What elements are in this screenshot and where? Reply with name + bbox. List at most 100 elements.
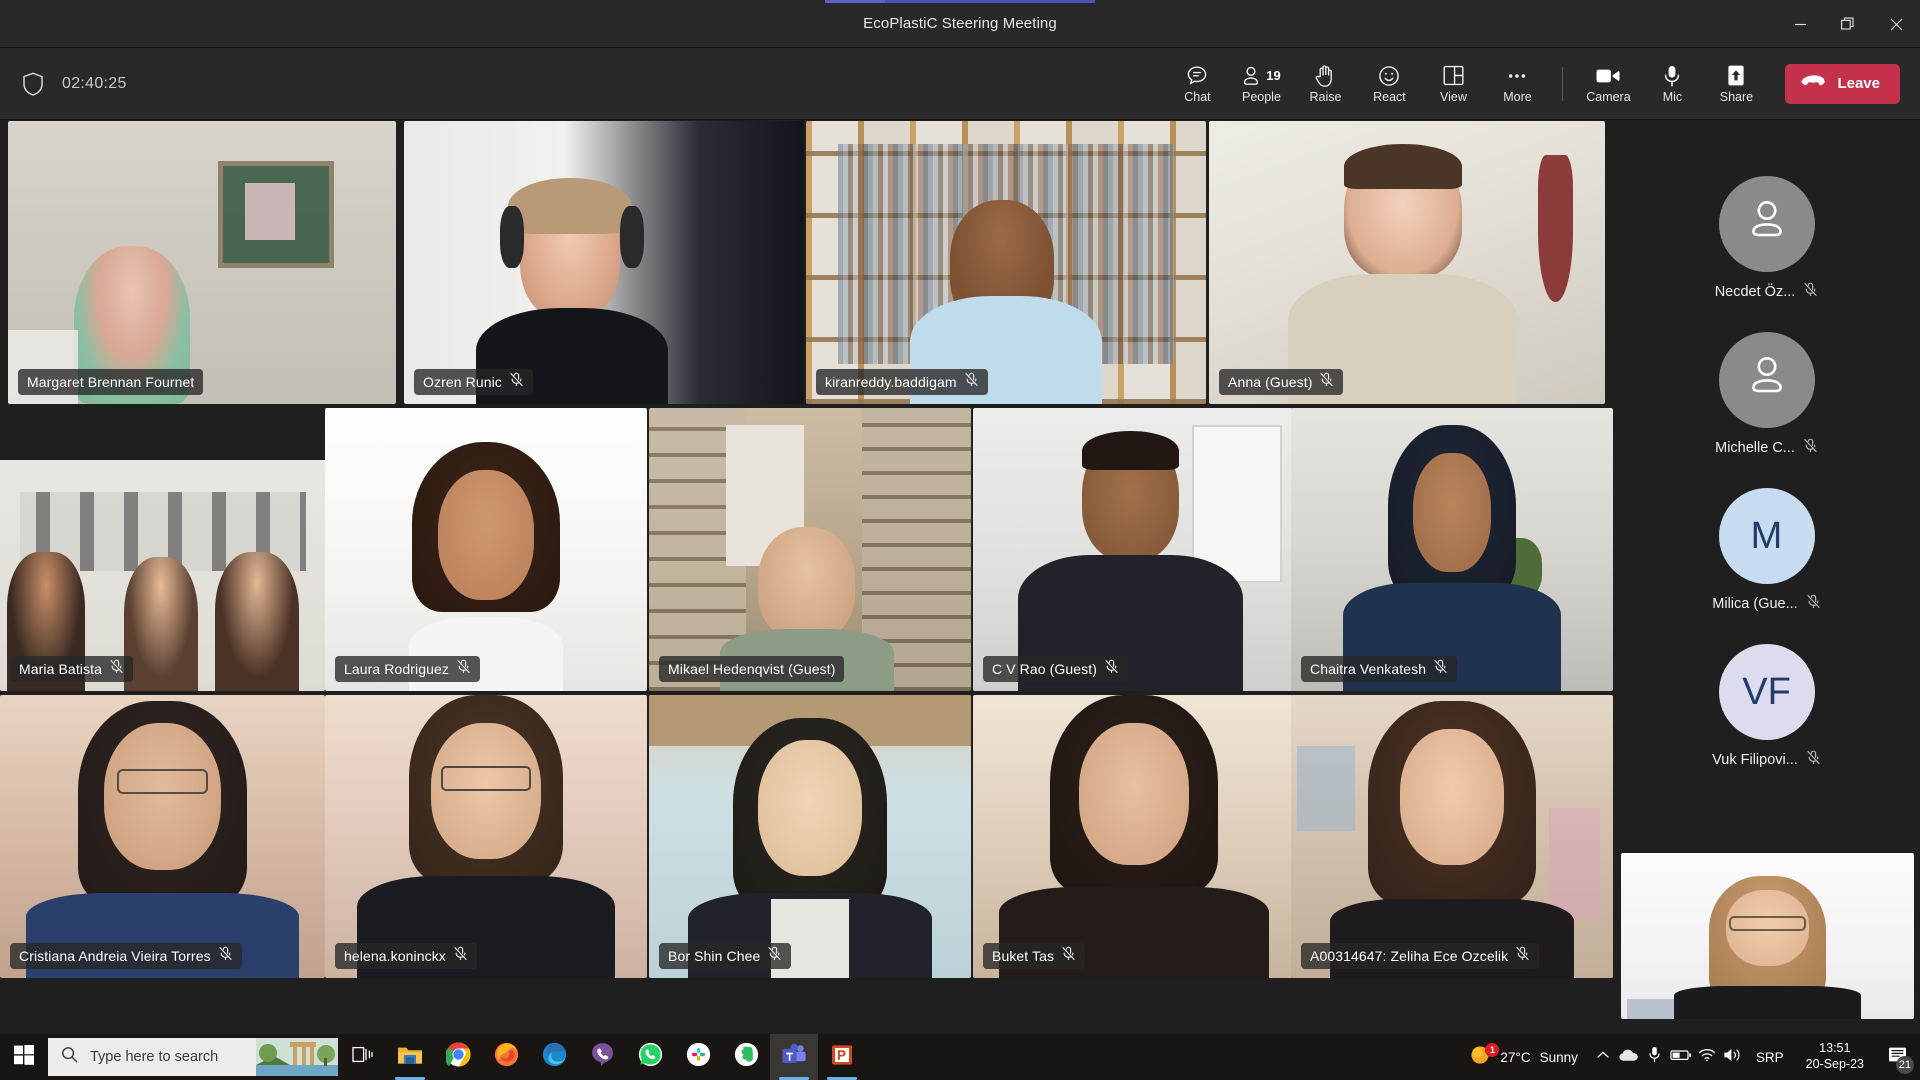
clock-date: 20-Sep-23 <box>1805 1057 1864 1071</box>
slack-icon <box>686 1042 711 1072</box>
participant-nameplate: C V Rao (Guest) <box>983 656 1128 682</box>
leave-button[interactable]: Leave <box>1785 63 1900 104</box>
viber-button[interactable] <box>578 1034 626 1080</box>
teams-meeting-window: EcoPlastiC Steering Meeting 02:40:25 Cha… <box>0 0 1920 1080</box>
participant-tile[interactable]: Maria Batista <box>0 408 325 691</box>
volume-tray-button[interactable] <box>1720 1034 1746 1080</box>
title-accent-highlight <box>825 0 885 3</box>
evernote-button[interactable] <box>722 1034 770 1080</box>
powerpoint-button[interactable] <box>818 1034 866 1080</box>
rail-label-row: Necdet Öz... <box>1715 282 1819 302</box>
participant-video <box>1291 408 1613 691</box>
muted-mic-icon <box>1104 659 1119 679</box>
clock-time: 13:51 <box>1819 1041 1851 1056</box>
file-explorer-button[interactable] <box>386 1034 434 1080</box>
participant-tile[interactable]: Ozren Runic <box>404 121 804 404</box>
camera-icon <box>1595 64 1621 88</box>
people-button[interactable]: 19 People <box>1230 56 1292 112</box>
microsoft-edge-button[interactable] <box>530 1034 578 1080</box>
muted-mic-icon <box>1433 659 1448 679</box>
participant-tile[interactable]: Chaitra Venkatesh <box>1291 408 1613 691</box>
more-button[interactable]: More <box>1486 56 1548 112</box>
shield-icon <box>22 72 44 96</box>
participant-video <box>0 695 325 978</box>
battery-icon <box>1670 1048 1692 1067</box>
start-button[interactable] <box>0 1034 48 1080</box>
participant-tile[interactable]: Bor Shin Chee <box>649 695 971 978</box>
show-hidden-icons-button[interactable] <box>1590 1034 1616 1080</box>
windows-taskbar: Type here to search 1 27°C Sunny SRP 13:… <box>0 1034 1920 1080</box>
chrome-icon <box>443 1042 471 1072</box>
raise-hand-button[interactable]: Raise <box>1294 56 1356 112</box>
whatsapp-button[interactable] <box>626 1034 674 1080</box>
battery-tray-button[interactable] <box>1668 1034 1694 1080</box>
participant-tile[interactable]: Margaret Brennan Fournet <box>8 121 396 404</box>
minimize-button[interactable] <box>1776 0 1824 48</box>
view-layout-icon <box>1442 64 1465 88</box>
chat-button[interactable]: Chat <box>1166 56 1228 112</box>
participant-video <box>973 695 1295 978</box>
muted-mic-icon <box>1803 282 1818 302</box>
notification-count-badge: 21 <box>1895 1056 1914 1074</box>
language-indicator[interactable]: SRP <box>1746 1050 1794 1065</box>
participant-nameplate: Ozren Runic <box>414 369 533 395</box>
slack-button[interactable] <box>674 1034 722 1080</box>
participant-tile[interactable]: C V Rao (Guest) <box>973 408 1295 691</box>
participant-nameplate: Chaitra Venkatesh <box>1301 656 1458 682</box>
mic-label: Mic <box>1662 89 1683 104</box>
firefox-button[interactable] <box>482 1034 530 1080</box>
more-ellipsis-icon <box>1505 64 1529 88</box>
participant-tile[interactable]: A00314647: Zeliha Ece Ozcelik <box>1291 695 1613 978</box>
rail-participant[interactable]: Necdet Öz... <box>1613 161 1920 317</box>
participant-tile[interactable]: Laura Rodriguez <box>325 408 647 691</box>
meeting-title: EcoPlastiC Steering Meeting <box>863 15 1057 32</box>
participant-name: Bor Shin Chee <box>668 948 761 964</box>
participant-tile[interactable]: Mikael Hedenqvist (Guest) <box>649 408 971 691</box>
view-button[interactable]: View <box>1422 56 1484 112</box>
participant-name: Laura Rodriguez <box>344 661 450 677</box>
people-count-badge: 19 <box>1266 68 1281 84</box>
camera-button[interactable]: Camera <box>1577 56 1639 112</box>
close-button[interactable] <box>1872 0 1920 48</box>
folder-icon <box>397 1044 423 1071</box>
rail-participant[interactable]: Michelle C... <box>1613 317 1920 473</box>
participant-tile[interactable]: helena.koninckx <box>325 695 647 978</box>
search-input[interactable]: Type here to search <box>48 1038 338 1076</box>
firefox-icon <box>494 1042 519 1072</box>
rail-participant[interactable]: VF Vuk Filipovi... <box>1613 629 1920 785</box>
rail-participant[interactable]: M Milica (Gue... <box>1613 473 1920 629</box>
participant-tile[interactable]: kiranreddy.baddigam <box>806 121 1206 404</box>
google-chrome-button[interactable] <box>434 1034 482 1080</box>
participant-video <box>1291 695 1613 978</box>
participant-name: Cristiana Andreia Vieira Torres <box>19 948 211 964</box>
participant-name: A00314647: Zeliha Ece Ozcelik <box>1310 948 1509 964</box>
participant-nameplate: Maria Batista <box>10 656 133 682</box>
mic-button[interactable]: Mic <box>1641 56 1703 112</box>
video-stage: Margaret Brennan Fournet Ozren Runic kir… <box>0 121 1613 1034</box>
participant-tile[interactable]: Buket Tas <box>973 695 1295 978</box>
self-view-tile[interactable] <box>1621 853 1914 1019</box>
onedrive-cloud-icon <box>1619 1048 1639 1067</box>
avatar: VF <box>1718 644 1815 740</box>
muted-mic-icon <box>767 946 782 966</box>
participant-nameplate: Margaret Brennan Fournet <box>18 369 204 395</box>
share-button[interactable]: Share <box>1705 56 1767 112</box>
react-button[interactable]: React <box>1358 56 1420 112</box>
action-center-button[interactable]: 21 <box>1876 1034 1918 1080</box>
restore-button[interactable] <box>1824 0 1872 48</box>
participant-nameplate: Laura Rodriguez <box>335 656 481 682</box>
camera-label: Camera <box>1586 89 1631 104</box>
wifi-tray-button[interactable] <box>1694 1034 1720 1080</box>
microphone-tray-button[interactable] <box>1642 1034 1668 1080</box>
weather-condition: Sunny <box>1539 1049 1578 1065</box>
microsoft-teams-button[interactable] <box>770 1034 818 1080</box>
weather-widget[interactable]: 1 27°C Sunny <box>1461 1034 1589 1080</box>
participant-tile[interactable]: Cristiana Andreia Vieira Torres <box>0 695 325 978</box>
onedrive-tray-button[interactable] <box>1616 1034 1642 1080</box>
taskbar-clock[interactable]: 13:51 20-Sep-23 <box>1794 1041 1876 1072</box>
rail-label-row: Milica (Gue... <box>1712 594 1820 614</box>
participant-tile[interactable]: Anna (Guest) <box>1209 121 1605 404</box>
task-view-button[interactable] <box>338 1034 386 1080</box>
participant-nameplate: Cristiana Andreia Vieira Torres <box>10 943 242 969</box>
toolbar-divider <box>1562 66 1564 101</box>
